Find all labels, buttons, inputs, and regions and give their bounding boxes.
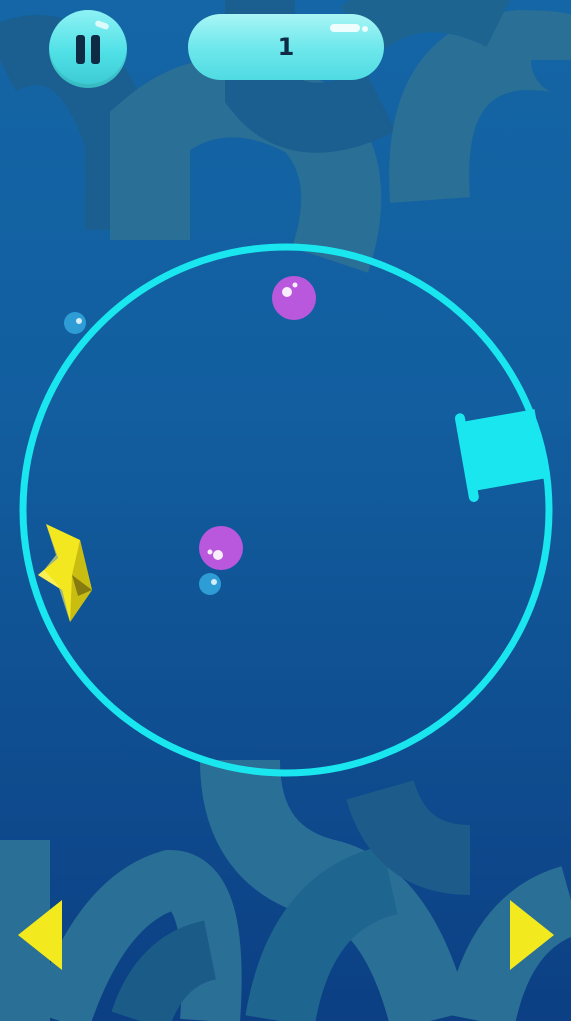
paddle bbox=[454, 409, 547, 503]
pause-button[interactable] bbox=[49, 10, 127, 88]
bubble-blue-middle bbox=[199, 573, 221, 595]
game-scene bbox=[0, 0, 571, 1021]
bubble-purple-middle bbox=[199, 526, 243, 570]
arena-ring bbox=[19, 243, 553, 777]
pause-button-shine bbox=[94, 19, 110, 31]
score-value: 1 bbox=[277, 33, 295, 61]
player-boat bbox=[38, 524, 92, 622]
pause-icon bbox=[76, 35, 85, 64]
score-pill: 1 bbox=[188, 14, 384, 80]
score-pill-shine-dot bbox=[362, 26, 368, 32]
background-tubes bbox=[0, 0, 571, 1021]
pause-icon-bar bbox=[91, 35, 100, 64]
bubble-purple-top bbox=[272, 276, 316, 320]
bubble-blue-left bbox=[64, 312, 86, 334]
score-pill-shine bbox=[330, 24, 360, 32]
